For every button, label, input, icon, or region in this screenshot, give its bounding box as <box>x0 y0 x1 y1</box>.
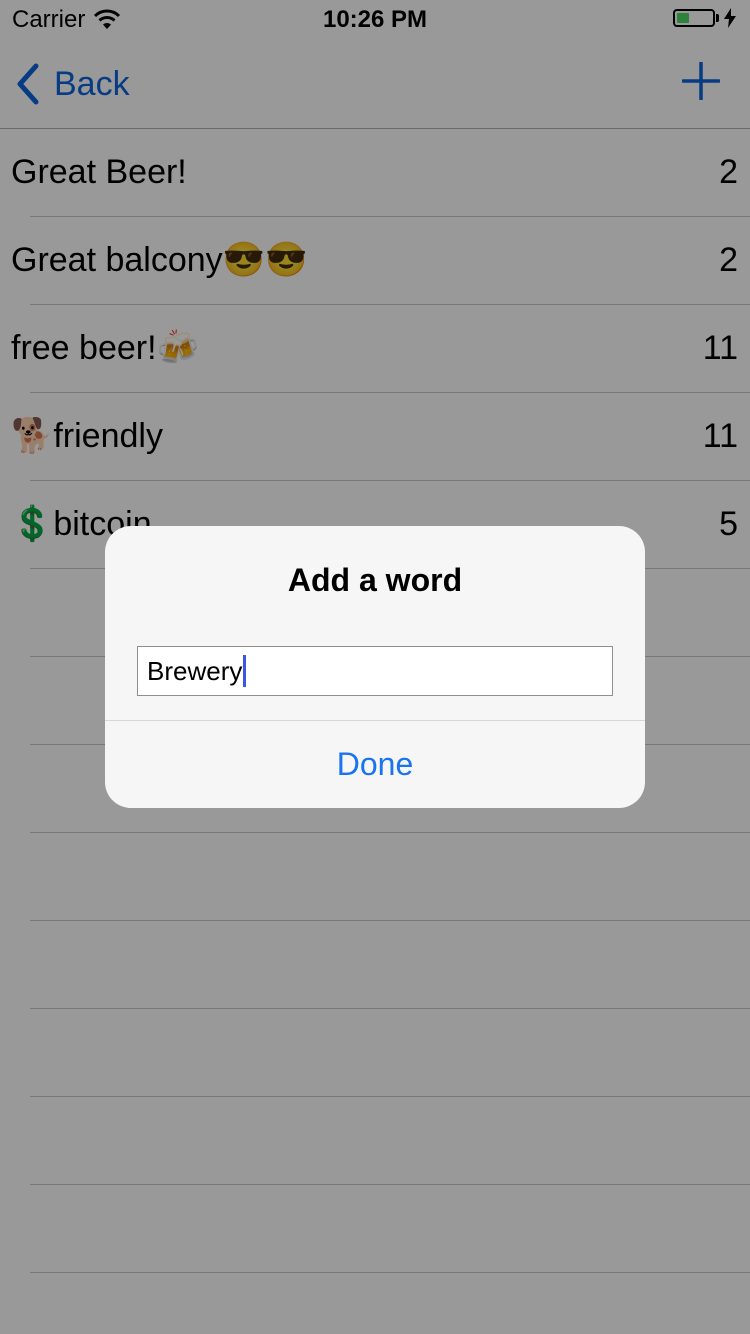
word-input[interactable]: Brewery <box>137 646 613 696</box>
done-button[interactable]: Done <box>105 721 645 808</box>
word-input-value: Brewery <box>147 655 243 686</box>
text-cursor <box>243 655 247 687</box>
add-word-dialog: Add a word Brewery Done <box>105 526 645 808</box>
dialog-title: Add a word <box>287 562 463 598</box>
